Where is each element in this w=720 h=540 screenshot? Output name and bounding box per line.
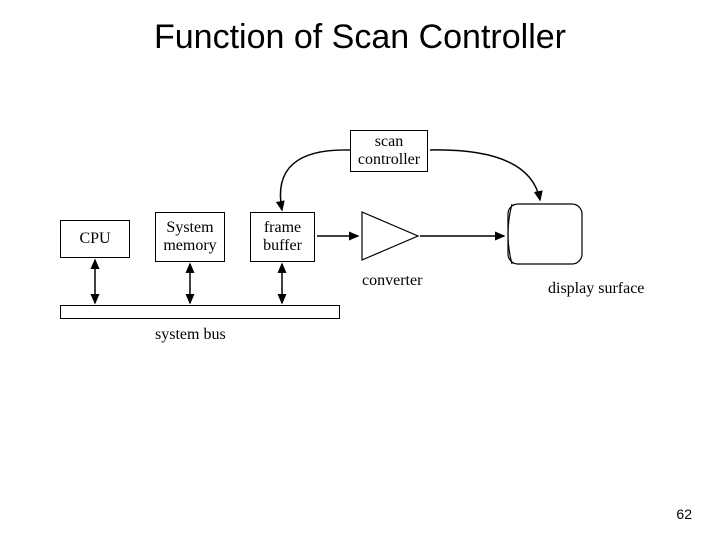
scancontroller-display-connector bbox=[430, 150, 540, 200]
connectors-layer bbox=[60, 130, 660, 390]
page-number: 62 bbox=[676, 506, 692, 522]
diagram: CPU System memory frame buffer scan cont… bbox=[60, 130, 660, 390]
slide: Function of Scan Controller CPU System m… bbox=[0, 0, 720, 540]
scancontroller-framebuffer-connector bbox=[280, 150, 350, 210]
slide-title: Function of Scan Controller bbox=[0, 18, 720, 57]
